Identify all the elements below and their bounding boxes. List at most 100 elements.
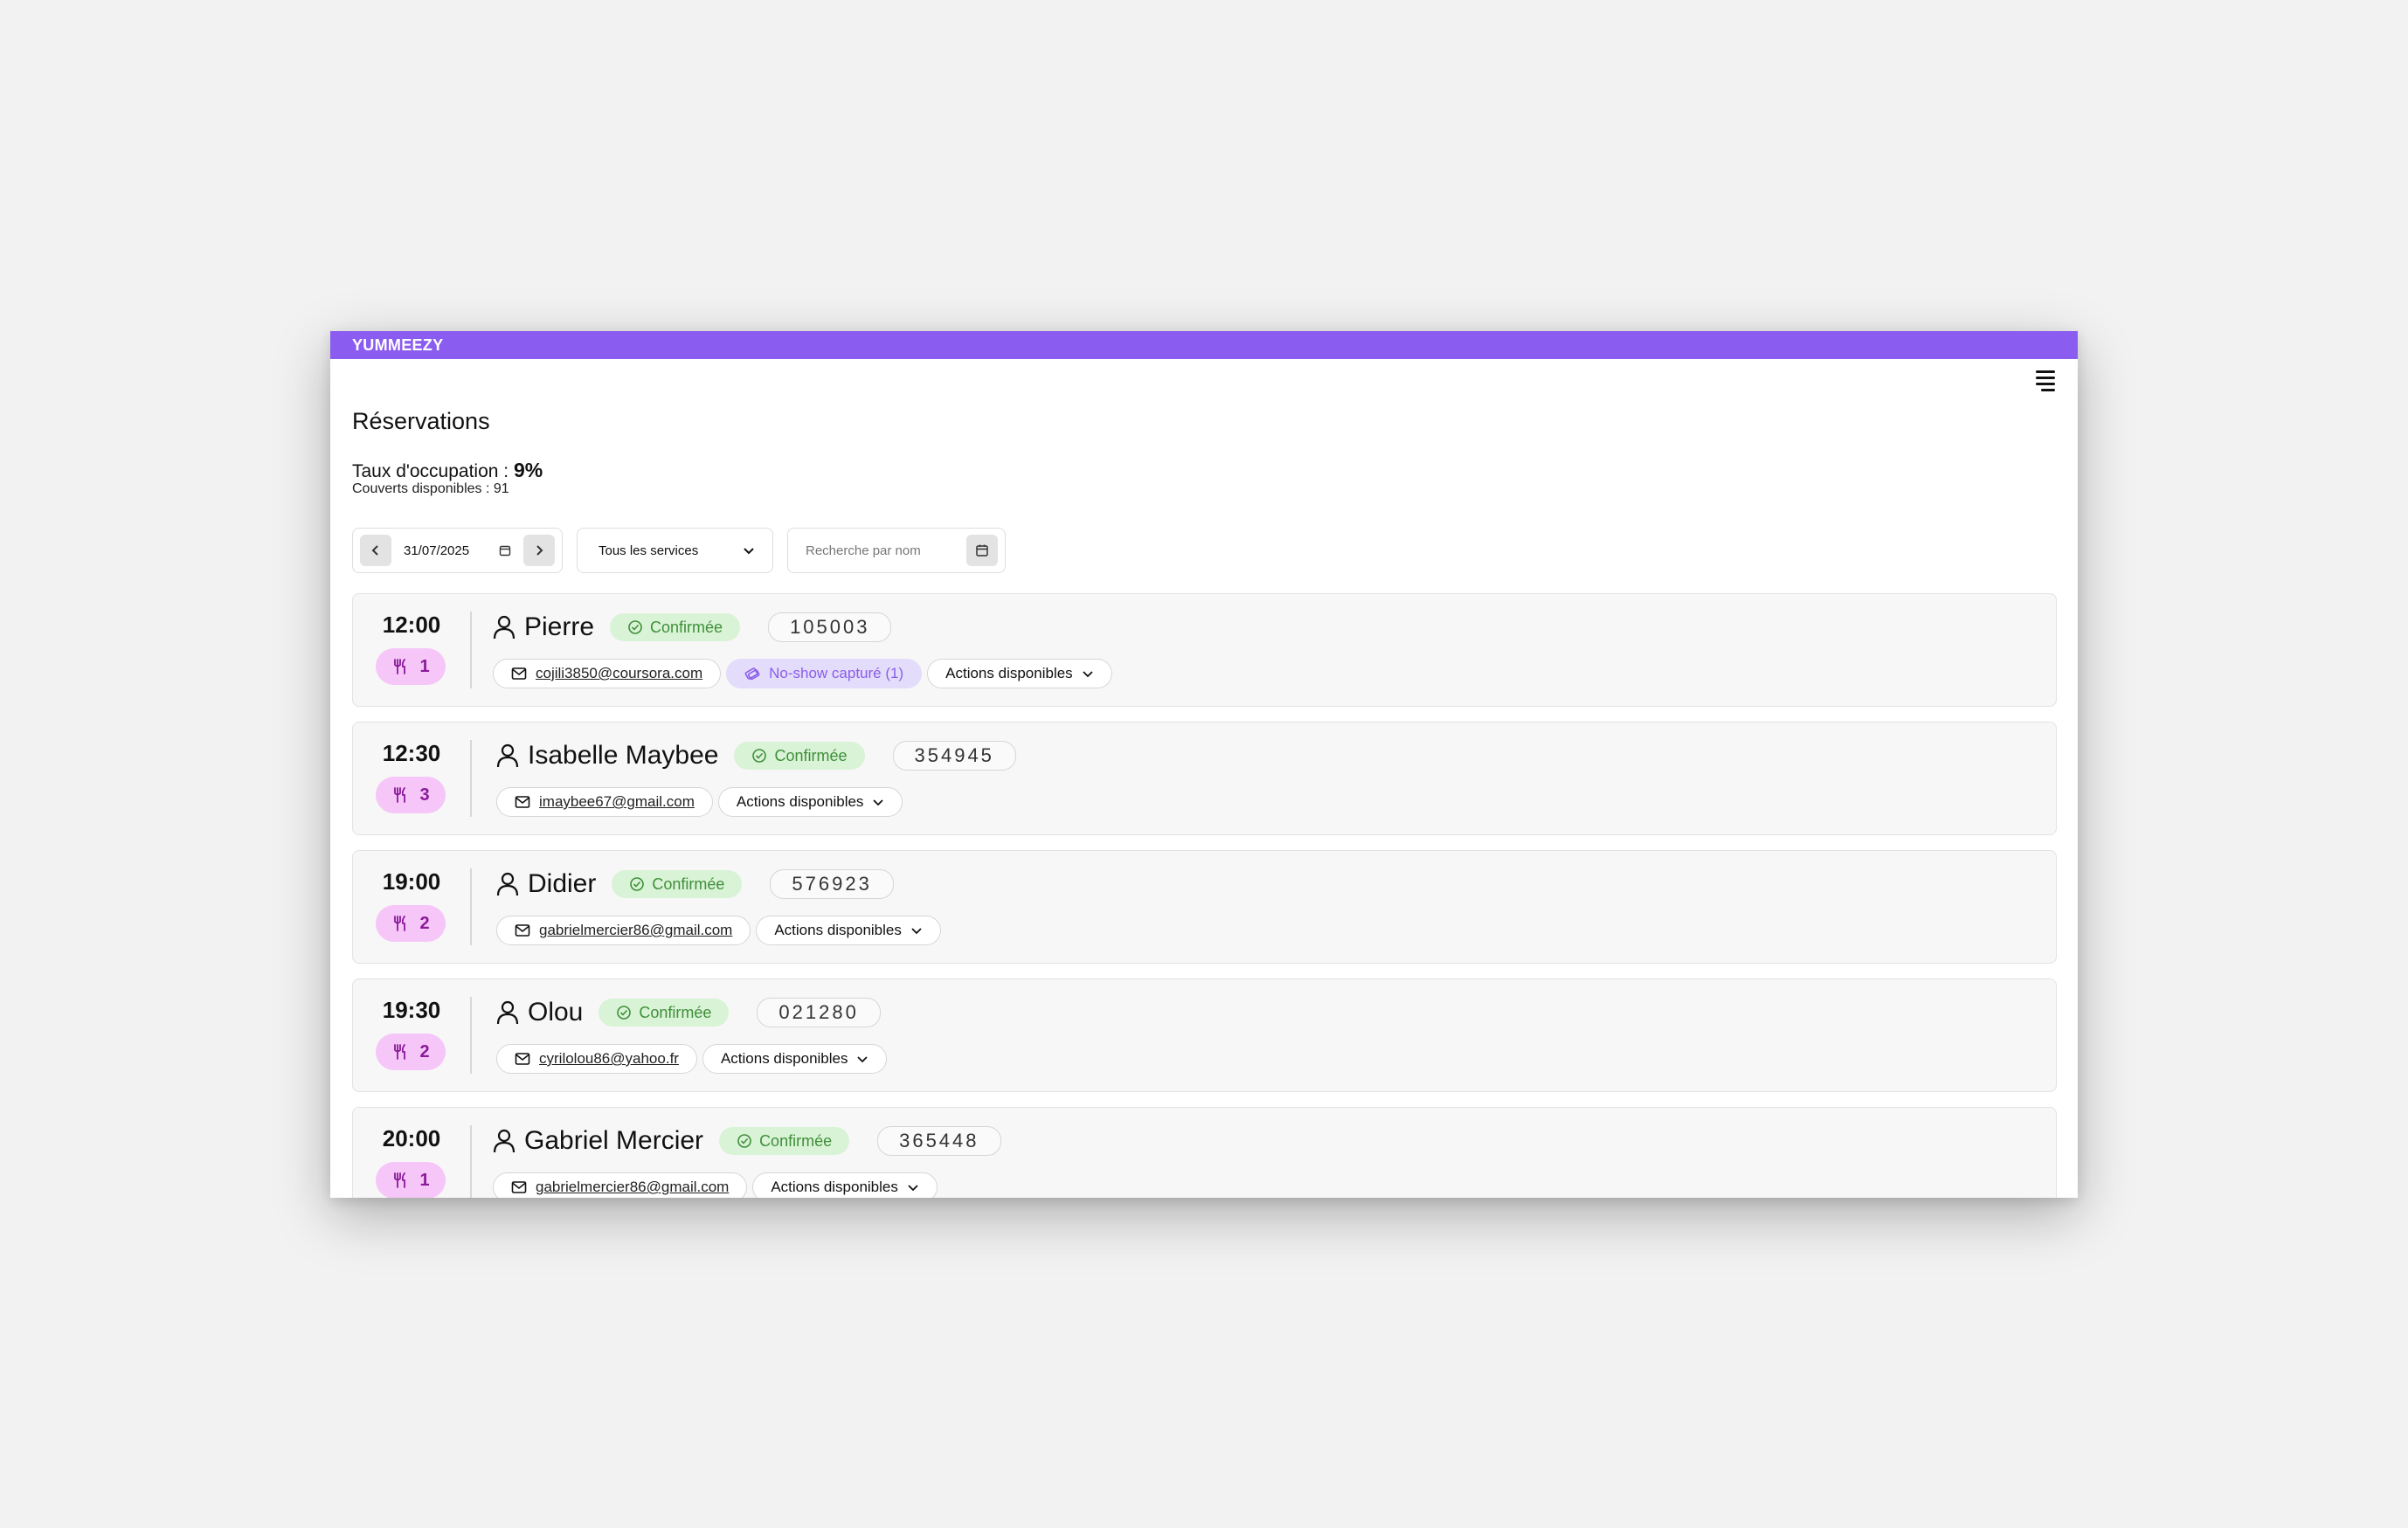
chevron-down-icon [873,799,884,806]
filter-toolbar: 31/07/2025 Tous les services [352,528,1006,575]
status-badge: Confirmée [719,1127,850,1155]
actions-dropdown[interactable]: Actions disponibles [927,659,1112,688]
reservation-time: 20:00 [382,1125,441,1151]
service-select[interactable]: Tous les services [577,528,773,573]
occupancy-label: Taux d'occupation : [352,461,509,481]
reservation-card[interactable]: 12:30 3 Isabelle Maybee Confirmée 354945… [352,722,2057,835]
reservation-header: Gabriel Mercier Confirmée 365448 [493,1125,1001,1157]
reservation-actions: imaybee67@gmail.com Actions disponibles [496,786,903,818]
guest-name-text: Didier [528,869,597,898]
divider [470,612,472,688]
available-covers: Couverts disponibles : 91 [352,481,509,496]
brand-bar: YUMMEEZY [330,331,2078,359]
noshow-badge[interactable]: No-show capturé (1) [726,659,923,688]
actions-label: Actions disponibles [720,1050,848,1067]
user-icon [493,615,516,640]
status-text: Confirmée [639,1003,712,1021]
email-link[interactable]: cojili3850@coursora.com [493,659,722,688]
calendar-icon[interactable] [499,544,511,557]
actions-dropdown[interactable]: Actions disponibles [717,787,903,817]
date-value: 31/07/2025 [404,543,470,558]
reservation-card[interactable]: 19:30 2 Olou Confirmée 021280 cyrilolou8… [352,978,2057,1092]
covers-badge: 1 [376,1162,446,1198]
actions-dropdown[interactable]: Actions disponibles [756,916,941,945]
email-text: imaybee67@gmail.com [539,793,695,810]
chevron-down-icon [857,1056,868,1063]
covers-count: 2 [419,913,430,933]
reservation-actions: cyrilolou86@yahoo.fr Actions disponibles [496,1043,888,1075]
guest-name: Gabriel Mercier [493,1126,703,1156]
email-text: gabrielmercier86@gmail.com [539,922,733,938]
calendar-button[interactable] [966,535,998,566]
noshow-text: No-show capturé (1) [769,665,904,681]
user-icon [493,1129,516,1153]
status-text: Confirmée [774,746,848,764]
chevron-down-icon [911,928,922,935]
actions-label: Actions disponibles [945,665,1073,681]
status-badge: Confirmée [734,742,865,770]
reservation-code: 576923 [770,869,894,899]
search-input[interactable] [804,542,956,559]
reservation-card[interactable]: 12:00 1 Pierre Confirmée 105003 cojili38… [352,593,2057,707]
reservation-code: 105003 [768,612,892,642]
guest-name: Olou [496,998,583,1027]
app-window: YUMMEEZY Réservations Taux d'occupation … [330,331,2078,1198]
date-picker: 31/07/2025 [352,528,563,573]
brand-logo: YUMMEEZY [352,336,444,354]
credit-card-icon [744,667,760,681]
email-link[interactable]: gabrielmercier86@gmail.com [493,1172,748,1198]
reservation-code: 365448 [877,1126,1001,1156]
email-link[interactable]: imaybee67@gmail.com [496,787,713,817]
reservation-list: 12:00 1 Pierre Confirmée 105003 cojili38… [352,593,2057,1198]
check-circle-icon [737,1134,751,1148]
search-field [787,528,1006,573]
status-badge: Confirmée [610,613,741,641]
reservation-actions: cojili3850@coursora.com No-show capturé … [493,658,1112,689]
guest-name: Isabelle Maybee [496,741,718,771]
utensils-icon [394,787,406,803]
divider [470,997,472,1074]
covers-badge: 3 [376,777,446,813]
reservation-actions: gabrielmercier86@gmail.com Actions dispo… [493,1172,938,1198]
reservation-header: Olou Confirmée 021280 [496,997,881,1028]
guest-name-text: Isabelle Maybee [528,741,719,770]
mail-icon [515,796,530,808]
chevron-left-icon [371,545,378,556]
chevron-right-icon [536,545,543,556]
occupancy-value: 9% [513,459,543,481]
mail-icon [511,1181,527,1193]
guest-name: Pierre [493,612,594,642]
status-badge: Confirmée [612,870,743,898]
actions-dropdown[interactable]: Actions disponibles [702,1044,888,1074]
main-content: Réservations Taux d'occupation : 9% Couv… [352,359,2057,1198]
service-select-value: Tous les services [599,543,699,558]
email-link[interactable]: cyrilolou86@yahoo.fr [496,1044,697,1074]
reservation-card[interactable]: 19:00 2 Didier Confirmée 576923 gabrielm… [352,850,2057,964]
covers-count: 3 [419,785,430,805]
previous-day-button[interactable] [360,535,391,566]
covers-count: 1 [419,656,430,676]
page-title: Réservations [352,408,490,434]
email-text: cojili3850@coursora.com [536,665,703,681]
utensils-icon [394,1172,406,1188]
chevron-down-icon [1083,671,1093,678]
email-link[interactable]: gabrielmercier86@gmail.com [496,916,751,945]
actions-label: Actions disponibles [771,1179,898,1195]
reservation-time: 12:30 [382,740,441,766]
occupancy-rate: Taux d'occupation : 9% [352,459,543,482]
date-input[interactable]: 31/07/2025 [400,543,515,558]
reservation-card[interactable]: 20:00 1 Gabriel Mercier Confirmée 365448… [352,1107,2057,1198]
divider [470,1125,472,1198]
mail-icon [515,1053,530,1065]
covers-badge: 2 [376,905,446,942]
status-text: Confirmée [650,618,723,636]
status-badge: Confirmée [599,999,730,1027]
actions-dropdown[interactable]: Actions disponibles [752,1172,938,1198]
reservation-time: 12:00 [382,612,441,638]
check-circle-icon [630,877,645,891]
calendar-icon [976,544,988,557]
actions-label: Actions disponibles [774,922,902,938]
next-day-button[interactable] [523,535,555,566]
reservation-code: 354945 [892,741,1016,771]
reservation-code: 021280 [757,998,881,1027]
